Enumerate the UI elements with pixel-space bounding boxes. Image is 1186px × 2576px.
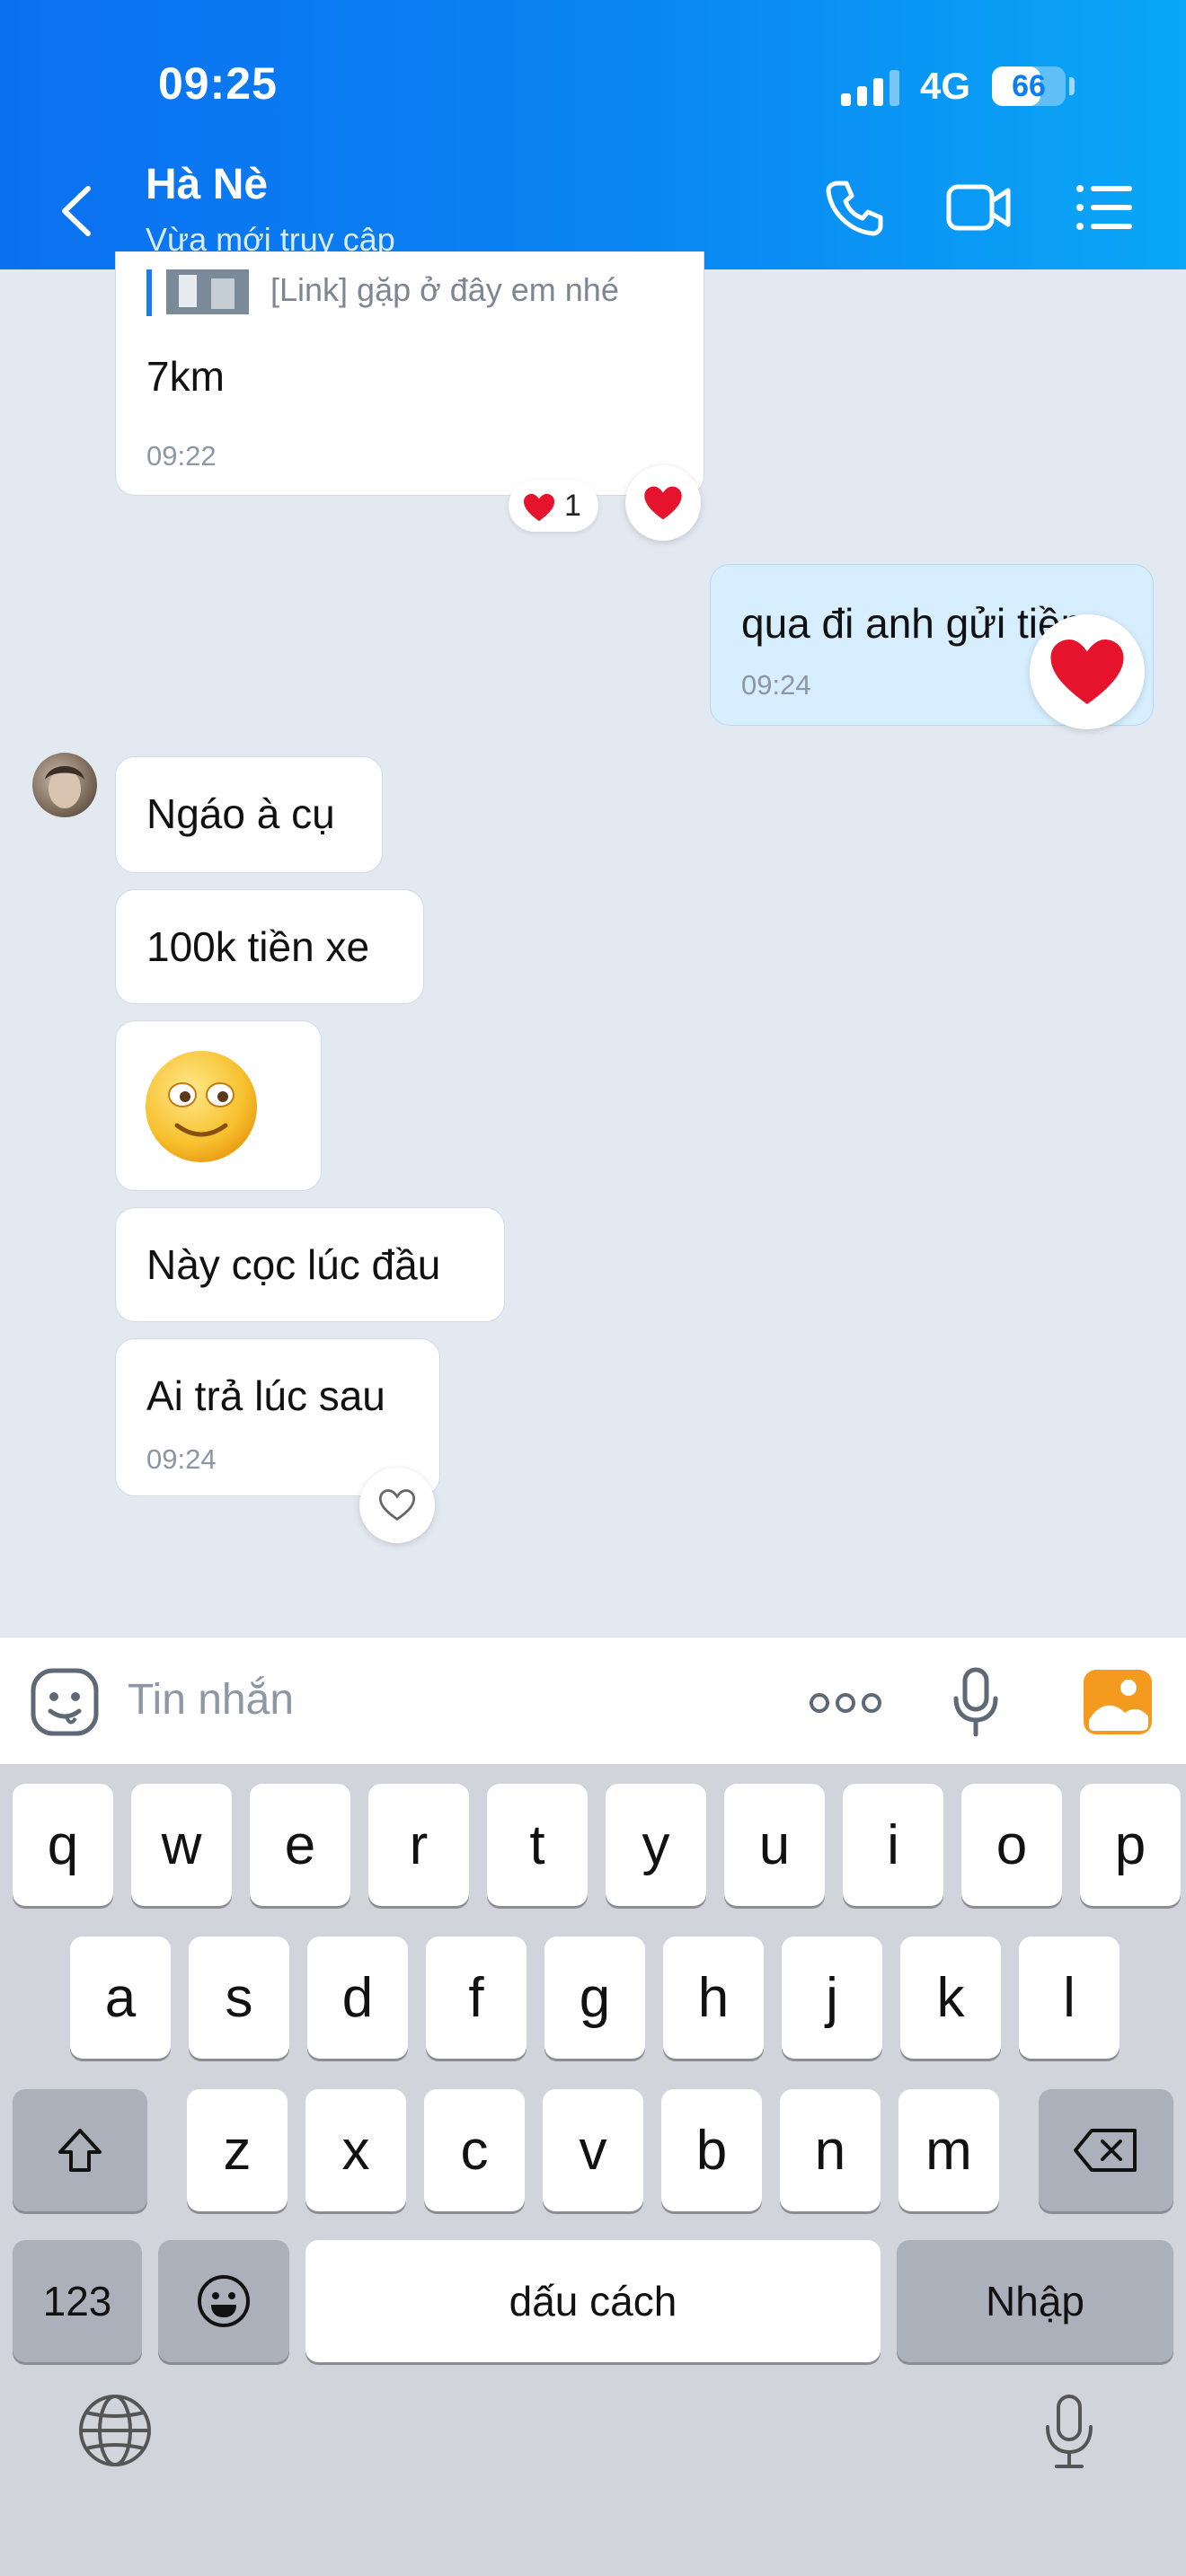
link-preview[interactable]: [Link] gặp ở đây em nhé bbox=[146, 269, 686, 316]
contact-avatar[interactable] bbox=[32, 753, 97, 817]
message-bubble[interactable]: [Link] gặp ở đây em nhé 7km 09:22 bbox=[115, 251, 704, 496]
microphone-icon[interactable] bbox=[949, 1666, 1003, 1738]
reaction-count: 1 bbox=[564, 489, 581, 523]
backspace-icon bbox=[1074, 2129, 1137, 2172]
message-time: 09:24 bbox=[741, 669, 811, 701]
video-call-icon[interactable] bbox=[945, 176, 1013, 239]
message-text: 7km bbox=[146, 353, 225, 400]
chat-header: 09:25 4G 66 Hà Nè Vừa mới truy cập bbox=[0, 0, 1186, 269]
menu-icon[interactable] bbox=[1075, 176, 1134, 239]
message-bubble[interactable]: Ngáo à cụ bbox=[115, 756, 383, 873]
message-bubble[interactable]: Này cọc lúc đầu bbox=[115, 1207, 505, 1322]
back-icon[interactable] bbox=[50, 180, 104, 243]
globe-icon[interactable] bbox=[77, 2393, 153, 2468]
key-p[interactable]: p bbox=[1080, 1784, 1181, 1906]
key-v[interactable]: v bbox=[543, 2089, 643, 2211]
key-y[interactable]: y bbox=[606, 1784, 706, 1906]
message-text: Này cọc lúc đầu bbox=[146, 1241, 441, 1288]
key-m[interactable]: m bbox=[898, 2089, 999, 2211]
key-d[interactable]: d bbox=[307, 1936, 408, 2059]
message-input[interactable]: Tin nhắn bbox=[128, 1675, 294, 1725]
shift-icon bbox=[58, 2129, 102, 2172]
key-l[interactable]: l bbox=[1019, 1936, 1120, 2059]
link-preview-text: [Link] gặp ở đây em nhé bbox=[270, 271, 619, 308]
key-f[interactable]: f bbox=[426, 1936, 527, 2059]
link-thumbnail bbox=[166, 269, 249, 314]
heart-icon bbox=[644, 486, 682, 520]
key-i[interactable]: i bbox=[843, 1784, 943, 1906]
status-time: 09:25 bbox=[158, 58, 278, 109]
key-g[interactable]: g bbox=[544, 1936, 645, 2059]
react-button[interactable] bbox=[359, 1468, 435, 1543]
avatar-image bbox=[45, 766, 84, 808]
key-s[interactable]: s bbox=[189, 1936, 289, 2059]
emoji-key[interactable] bbox=[158, 2240, 289, 2362]
keyboard: qwertyuiop asdfghjkl zxcvbnm 123 dấu các… bbox=[0, 1764, 1186, 2576]
key-w[interactable]: w bbox=[131, 1784, 232, 1906]
key-r[interactable]: r bbox=[368, 1784, 469, 1906]
sticker-icon[interactable] bbox=[29, 1666, 101, 1738]
heart-outline-icon bbox=[378, 1489, 416, 1522]
delete-key[interactable] bbox=[1039, 2089, 1173, 2211]
smiling-face-sticker bbox=[146, 1051, 257, 1162]
key-o[interactable]: o bbox=[961, 1784, 1062, 1906]
key-n[interactable]: n bbox=[780, 2089, 881, 2211]
reaction-summary[interactable]: 1 bbox=[509, 480, 598, 532]
key-q[interactable]: q bbox=[13, 1784, 113, 1906]
sticker-bubble[interactable] bbox=[115, 1020, 322, 1191]
key-j[interactable]: j bbox=[782, 1936, 882, 2059]
numbers-key[interactable]: 123 bbox=[13, 2240, 142, 2362]
gallery-icon[interactable] bbox=[1082, 1666, 1154, 1738]
battery-tip bbox=[1069, 77, 1075, 95]
space-key[interactable]: dấu cách bbox=[305, 2240, 881, 2362]
heart-icon bbox=[1050, 640, 1124, 704]
message-text: qua đi anh gửi tiền bbox=[741, 600, 1084, 647]
message-bubble[interactable]: 100k tiền xe bbox=[115, 889, 424, 1004]
key-b[interactable]: b bbox=[661, 2089, 762, 2211]
battery-level: 66 bbox=[1012, 69, 1046, 103]
network-type: 4G bbox=[920, 65, 971, 107]
key-a[interactable]: a bbox=[70, 1936, 171, 2059]
key-h[interactable]: h bbox=[663, 1936, 764, 2059]
heart-icon bbox=[524, 493, 554, 522]
message-text: Ai trả lúc sau bbox=[146, 1372, 385, 1419]
dictation-icon[interactable] bbox=[1042, 2393, 1096, 2472]
message-time: 09:22 bbox=[146, 440, 217, 472]
signal-icon bbox=[841, 70, 899, 106]
emoji-icon bbox=[198, 2275, 250, 2327]
message-input-bar: Tin nhắn bbox=[0, 1636, 1186, 1764]
key-t[interactable]: t bbox=[487, 1784, 588, 1906]
key-z[interactable]: z bbox=[187, 2089, 288, 2211]
key-k[interactable]: k bbox=[900, 1936, 1001, 2059]
phone-icon[interactable] bbox=[823, 176, 886, 239]
battery-icon: 66 bbox=[992, 66, 1066, 106]
key-x[interactable]: x bbox=[305, 2089, 406, 2211]
key-e[interactable]: e bbox=[250, 1784, 350, 1906]
message-text: Ngáo à cụ bbox=[146, 790, 335, 837]
react-button[interactable] bbox=[625, 465, 701, 541]
more-icon[interactable] bbox=[809, 1689, 882, 1716]
message-text: 100k tiền xe bbox=[146, 923, 370, 970]
reaction-heart[interactable] bbox=[1030, 614, 1145, 729]
message-time: 09:24 bbox=[146, 1443, 217, 1475]
contact-name[interactable]: Hà Nè bbox=[146, 160, 268, 209]
return-key[interactable]: Nhập bbox=[897, 2240, 1173, 2362]
shift-key[interactable] bbox=[13, 2089, 147, 2211]
key-c[interactable]: c bbox=[424, 2089, 525, 2211]
key-u[interactable]: u bbox=[724, 1784, 825, 1906]
